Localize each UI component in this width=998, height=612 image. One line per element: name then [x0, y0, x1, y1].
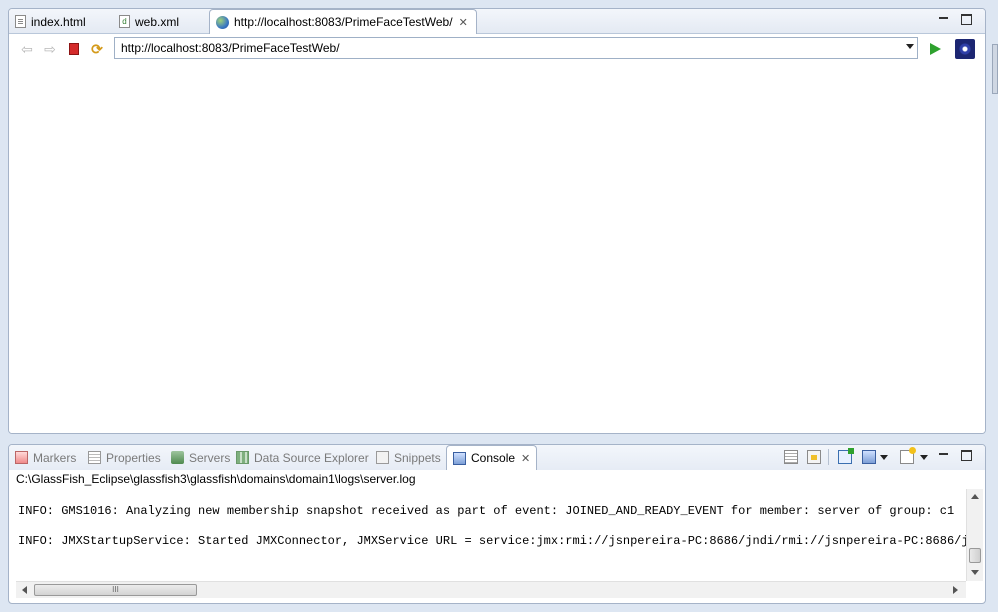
tab-console[interactable]: Console ✕	[446, 445, 538, 470]
grip-icon: III	[112, 585, 119, 594]
stop-icon	[69, 43, 79, 55]
maximize-icon[interactable]	[961, 14, 972, 25]
tab-label: web.xml	[135, 14, 180, 29]
maximize-icon[interactable]	[961, 450, 972, 461]
vertical-scroll-thumb[interactable]	[969, 548, 981, 563]
scroll-left-icon[interactable]	[22, 586, 27, 594]
servers-icon	[171, 451, 184, 464]
chevron-down-icon[interactable]	[880, 455, 888, 460]
close-icon[interactable]: ✕	[459, 16, 468, 29]
horizontal-scrollbar[interactable]: III	[16, 581, 966, 598]
tab-label: Markers	[33, 450, 77, 465]
tab-markers[interactable]: Markers	[9, 445, 82, 470]
chevron-down-icon[interactable]	[920, 455, 928, 460]
play-icon	[929, 43, 941, 55]
tab-label: Console	[471, 451, 516, 465]
go-button[interactable]	[927, 41, 943, 57]
vertical-scrollbar[interactable]	[966, 489, 983, 581]
close-icon[interactable]: ✕	[521, 452, 530, 465]
data-source-icon	[236, 451, 249, 464]
tab-label: index.html	[31, 14, 86, 29]
tab-snippets[interactable]: Snippets	[370, 445, 447, 470]
open-console-icon[interactable]	[900, 447, 916, 464]
tab-label: Servers	[189, 450, 231, 465]
tab-label: Properties	[106, 450, 161, 465]
tab-data-source-explorer[interactable]: Data Source Explorer	[230, 445, 375, 470]
browser-content-area[interactable]	[9, 65, 985, 433]
url-input[interactable]: http://localhost:8083/PrimeFaceTestWeb/	[114, 37, 918, 59]
clear-console-icon[interactable]	[784, 450, 798, 464]
tab-servers[interactable]: Servers	[165, 445, 236, 470]
xml-file-icon: d	[119, 15, 130, 28]
scroll-right-icon[interactable]	[953, 586, 958, 594]
tab-browser[interactable]: http://localhost:8083/PrimeFaceTestWeb/ …	[209, 9, 477, 34]
back-arrow-icon[interactable]: ⇦	[19, 41, 35, 57]
properties-icon	[88, 451, 101, 464]
scroll-down-icon[interactable]	[971, 570, 979, 575]
console-title: C:\GlassFish_Eclipse\glassfish3\glassfis…	[16, 472, 416, 486]
tab-label: Snippets	[394, 450, 441, 465]
scroll-lock-icon[interactable]	[807, 450, 821, 464]
url-text: http://localhost:8083/PrimeFaceTestWeb/	[121, 41, 340, 55]
html-file-icon	[15, 15, 26, 28]
browser-toolbar: ⇦ ⇨ ⟳ http://localhost:8083/PrimeFaceTes…	[9, 35, 985, 63]
horizontal-scroll-thumb[interactable]: III	[34, 584, 197, 596]
pin-console-icon[interactable]	[838, 448, 854, 464]
stop-button[interactable]	[66, 41, 82, 57]
markers-icon	[15, 451, 28, 464]
tab-label: Data Source Explorer	[254, 450, 369, 465]
minimize-icon[interactable]	[938, 450, 949, 461]
display-console-icon[interactable]	[862, 450, 876, 464]
eclipse-icon[interactable]	[955, 39, 975, 59]
scroll-up-icon[interactable]	[971, 494, 979, 499]
editor-tab-bar: index.html d web.xml http://localhost:80…	[9, 9, 985, 34]
minimize-icon[interactable]	[938, 14, 949, 25]
log-line: INFO: GMS1016: Analyzing new membership …	[18, 504, 955, 518]
console-panel: Markers Properties Servers Data Source E…	[8, 444, 986, 604]
toolbar-separator	[828, 449, 829, 465]
tab-properties[interactable]: Properties	[82, 445, 167, 470]
snippets-icon	[376, 451, 389, 464]
view-tab-bar: Markers Properties Servers Data Source E…	[9, 445, 985, 470]
tab-web-xml[interactable]: d web.xml	[113, 9, 209, 34]
browser-editor-panel: index.html d web.xml http://localhost:80…	[8, 8, 986, 434]
tab-label: http://localhost:8083/PrimeFaceTestWeb/	[234, 15, 453, 29]
eclipse-logo	[955, 39, 975, 59]
console-icon	[453, 451, 466, 465]
window-edge-handle[interactable]	[992, 44, 998, 94]
tab-index-html[interactable]: index.html	[9, 9, 113, 34]
log-line: INFO: JMXStartupService: Started JMXConn…	[18, 534, 967, 548]
forward-arrow-icon[interactable]: ⇨	[42, 41, 58, 57]
console-output[interactable]: INFO: GMS1016: Analyzing new membership …	[9, 489, 967, 581]
chevron-down-icon[interactable]	[906, 44, 914, 49]
refresh-icon[interactable]: ⟳	[89, 41, 105, 57]
globe-icon	[216, 15, 229, 29]
